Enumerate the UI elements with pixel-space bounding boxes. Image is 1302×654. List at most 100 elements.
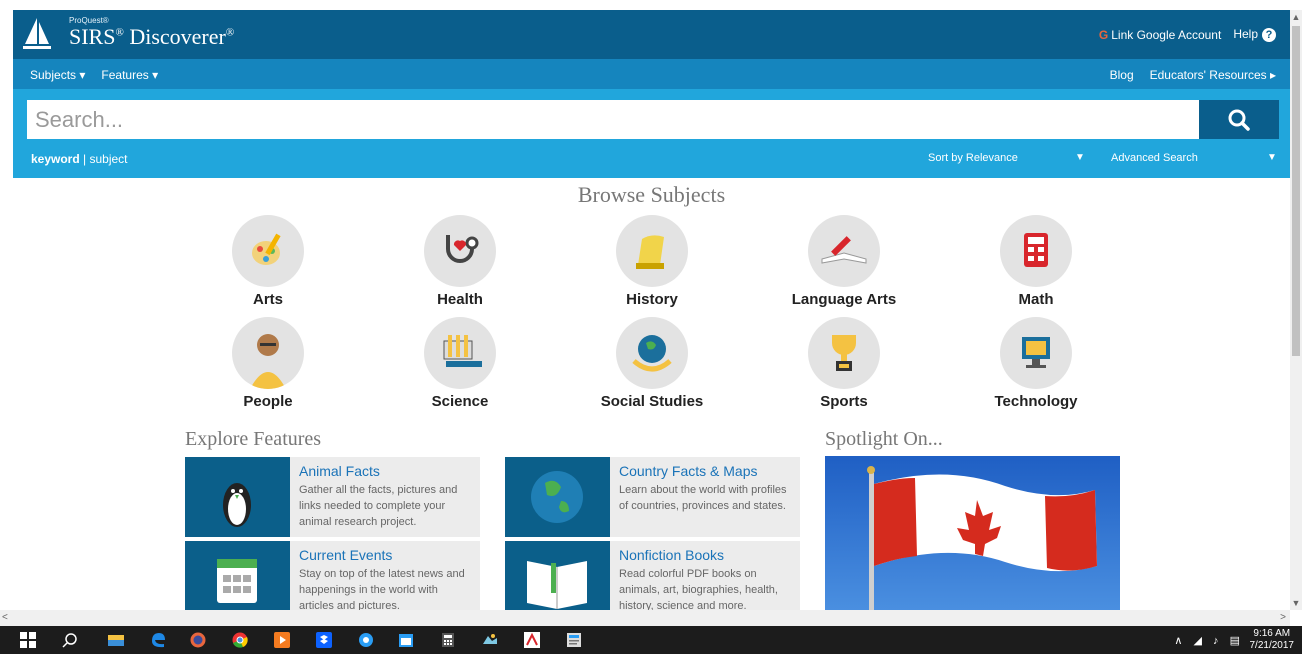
file-explorer-icon[interactable] [108, 632, 124, 648]
calculator-app-icon[interactable] [440, 632, 456, 648]
search-taskbar-icon[interactable] [62, 632, 78, 648]
subject-label: Arts [252, 291, 283, 308]
brand-title[interactable]: SIRS® Discoverer® [69, 24, 234, 50]
feature-description: Learn about the world with profiles of c… [619, 484, 787, 512]
subjects-menu[interactable]: Subjects ▾ [30, 68, 85, 82]
feature-description: Read colorful PDF books on animals, art,… [619, 568, 778, 610]
help-link[interactable]: Help? [1233, 27, 1276, 42]
sirs-discoverer-page: ProQuest® SIRS® Discoverer® G Link Google… [13, 10, 1290, 610]
vertical-scrollbar[interactable]: ▲ ▼ [1290, 10, 1302, 610]
scroll-up-icon[interactable]: ▲ [1290, 10, 1302, 24]
keyword-option[interactable]: keyword [31, 152, 80, 166]
system-clock[interactable]: 9:16 AM 7/21/2017 [1250, 628, 1295, 652]
photos-app-icon[interactable] [482, 632, 498, 648]
subject-label: Math [1018, 291, 1054, 308]
google-link-label: Link Google Account [1111, 27, 1222, 42]
subject-label: History [626, 291, 678, 308]
subject-history[interactable]: History [577, 215, 727, 308]
subject-science[interactable]: Science [385, 317, 535, 410]
chrome-icon[interactable] [232, 632, 248, 648]
subject-label: Technology [994, 393, 1078, 410]
scroll-thumb[interactable] [1292, 26, 1300, 356]
explore-features-title: Explore Features [185, 428, 322, 450]
brand-suffix: Discoverer [129, 24, 226, 49]
calendar-icon [185, 541, 290, 610]
feature-description: Gather all the facts, pictures and links… [299, 484, 458, 528]
reg-mark-2: ® [225, 26, 235, 39]
firefox-icon[interactable] [190, 632, 206, 648]
feature-title[interactable]: Nonfiction Books [619, 547, 724, 563]
clock-time: 9:16 AM [1253, 628, 1291, 639]
globe-hands-icon [616, 317, 688, 389]
help-icon: ? [1262, 28, 1276, 42]
feature-description: Stay on top of the latest news and happe… [299, 568, 465, 610]
lab-icon [424, 317, 496, 389]
subject-sports[interactable]: Sports [769, 317, 919, 410]
site-header: ProQuest® SIRS® Discoverer® G Link Google… [13, 10, 1290, 59]
calendar-app-icon[interactable] [398, 632, 414, 648]
search-input[interactable] [27, 100, 1199, 139]
search-type-options: keyword | subject [31, 152, 128, 166]
subject-label: Health [437, 291, 483, 308]
subject-people[interactable]: People [193, 317, 343, 410]
subject-arts[interactable]: Arts [193, 215, 343, 308]
blog-link[interactable]: Blog [1110, 68, 1134, 82]
subject-label: People [243, 393, 293, 410]
spotlight-canada-flag-image[interactable] [825, 456, 1120, 610]
app-icon[interactable] [358, 632, 374, 648]
subject-health[interactable]: Health [385, 215, 535, 308]
reg-mark: ® [115, 26, 124, 39]
advanced-search-link[interactable]: Advanced Search [1111, 152, 1198, 164]
subject-technology[interactable]: Technology [961, 317, 1111, 410]
penguin-icon [185, 457, 290, 537]
educators-resources-link[interactable]: Educators' Resources ▸ [1150, 68, 1276, 82]
scroll-right-icon[interactable]: > [1280, 610, 1286, 626]
advanced-chevron-down-icon[interactable]: ▼ [1267, 152, 1277, 163]
system-tray[interactable]: ∧ ◢ ♪ ▤ [1174, 634, 1240, 647]
windows-start-icon[interactable] [20, 632, 36, 648]
chevron-up-icon[interactable]: ∧ [1174, 635, 1182, 647]
feature-current-events[interactable]: Current Events Stay on top of the latest… [185, 541, 480, 610]
feature-animal-facts[interactable]: Animal Facts Gather all the facts, pictu… [185, 457, 480, 537]
computer-icon [1000, 317, 1072, 389]
horizontal-scrollbar[interactable]: < > [0, 610, 1290, 626]
document-app-icon[interactable] [566, 632, 582, 648]
subject-social-studies[interactable]: Social Studies [577, 317, 727, 410]
dropbox-icon[interactable] [316, 632, 332, 648]
sort-chevron-down-icon[interactable]: ▼ [1075, 152, 1085, 163]
globe-icon [505, 457, 610, 537]
scroll-left-icon[interactable]: < [2, 610, 8, 626]
link-google-account[interactable]: G Link Google Account [1099, 28, 1221, 42]
sort-dropdown[interactable]: Sort by Relevance [928, 152, 1018, 164]
browser-top-strip [0, 0, 1302, 10]
subject-label: Language Arts [791, 291, 897, 308]
edge-browser-icon[interactable] [150, 632, 166, 648]
notification-icon[interactable]: ▤ [1230, 635, 1240, 647]
brand-name: SIRS [69, 24, 116, 49]
subject-label: Social Studies [600, 393, 704, 410]
acrobat-icon[interactable] [524, 632, 540, 648]
network-icon[interactable]: ◢ [1194, 635, 1202, 647]
palette-icon [232, 215, 304, 287]
sailboat-logo-icon[interactable] [13, 10, 62, 59]
subject-option[interactable]: subject [89, 152, 127, 166]
subject-language-arts[interactable]: Language Arts [769, 215, 919, 308]
stethoscope-icon [424, 215, 496, 287]
search-button[interactable] [1199, 100, 1279, 139]
features-menu[interactable]: Features ▾ [101, 68, 158, 82]
feature-country-facts[interactable]: Country Facts & Maps Learn about the wor… [505, 457, 800, 537]
feature-title[interactable]: Animal Facts [299, 463, 380, 479]
clock-date: 7/21/2017 [1249, 640, 1295, 651]
header-links: G Link Google Account Help? [1099, 27, 1276, 42]
open-book-icon [505, 541, 610, 610]
subject-math[interactable]: Math [961, 215, 1111, 308]
feature-nonfiction-books[interactable]: Nonfiction Books Read colorful PDF books… [505, 541, 800, 610]
spotlight-title: Spotlight On... [825, 428, 943, 450]
feature-title[interactable]: Current Events [299, 547, 392, 563]
volume-icon[interactable]: ♪ [1213, 635, 1219, 647]
scroll-down-icon[interactable]: ▼ [1290, 596, 1302, 610]
media-player-icon[interactable] [274, 632, 290, 648]
browse-subjects-title: Browse Subjects [577, 182, 726, 207]
main-nav: Subjects ▾ Features ▾ Blog Educators' Re… [13, 59, 1290, 89]
feature-title[interactable]: Country Facts & Maps [619, 463, 758, 479]
